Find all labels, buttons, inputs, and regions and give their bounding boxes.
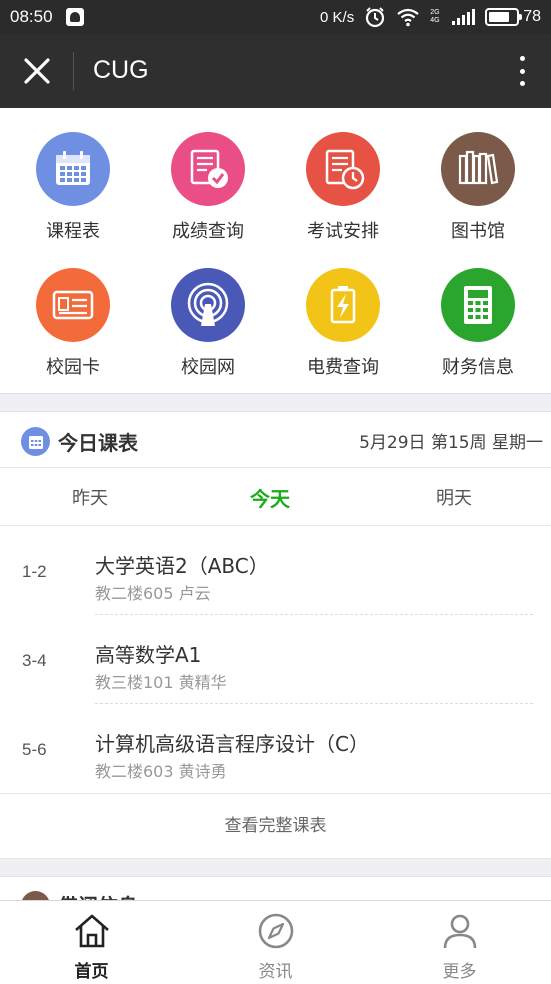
nav-label: 资讯	[258, 962, 293, 982]
course-row[interactable]: 1-2 大学英语2（ABC） 教二楼605 卢云	[0, 526, 551, 615]
grid-item-electricity-query[interactable]: 电费查询	[274, 244, 412, 380]
campus-card-icon	[52, 290, 94, 320]
grid-circle	[306, 268, 380, 342]
compass-icon	[258, 913, 293, 949]
view-full-schedule-link[interactable]: 查看完整课表	[0, 793, 551, 859]
schedule-date: 5月29日 第15周 星期一	[359, 433, 543, 453]
schedule-header: 今日课表 5月29日 第15周 星期一	[0, 412, 551, 468]
grid-label: 校园网	[181, 357, 235, 378]
course-period: 1-2	[22, 562, 47, 581]
battery-level: 78	[523, 8, 541, 25]
tab-today[interactable]: 今天	[250, 483, 290, 512]
calculator-icon	[464, 286, 492, 324]
signal-icon	[452, 9, 476, 25]
course-row[interactable]: 3-4 高等数学A1 教三楼101 黄精华	[0, 615, 551, 704]
nav-label: 更多	[442, 962, 477, 982]
grid-circle	[36, 132, 110, 206]
course-period: 5-6	[22, 740, 47, 759]
grid-item-course-schedule[interactable]: 课程表	[4, 108, 142, 244]
network-speed: 0 K/s	[320, 8, 355, 26]
person-icon	[443, 914, 476, 949]
grid-circle	[36, 268, 110, 342]
nav-news[interactable]: 资讯	[184, 901, 367, 984]
course-row[interactable]: 5-6 计算机高级语言程序设计（C） 教二楼603 黄诗勇	[0, 704, 551, 793]
course-location-teacher: 教三楼101 黄精华	[95, 673, 227, 692]
alarm-icon	[366, 7, 385, 28]
grade-checklist-icon	[190, 149, 228, 188]
grid-item-exam-schedule[interactable]: 考试安排	[274, 108, 412, 244]
course-name: 高等数学A1	[95, 643, 202, 667]
more-dot	[519, 68, 525, 74]
day-tabs: 昨天 今天 明天	[0, 468, 551, 526]
course-period: 3-4	[22, 651, 47, 670]
grid-item-finance-info[interactable]: 财务信息	[409, 244, 547, 380]
close-icon	[24, 58, 50, 84]
grid-circle	[171, 268, 245, 342]
today-schedule-card: 今日课表 5月29日 第15周 星期一 昨天 今天 明天 1-2 大学英语2（A…	[0, 411, 551, 859]
course-location-teacher: 教二楼605 卢云	[95, 584, 211, 603]
grid-item-grade-query[interactable]: 成绩查询	[139, 108, 277, 244]
grid-item-campus-network[interactable]: 校园网	[139, 244, 277, 380]
tab-tomorrow[interactable]: 明天	[436, 484, 472, 510]
books-icon	[458, 150, 499, 185]
grid-label: 图书馆	[451, 221, 505, 242]
page-title: CUG	[93, 56, 149, 84]
nav-more[interactable]: 更多	[368, 901, 551, 984]
grid-label: 成绩查询	[172, 221, 244, 242]
status-time: 08:50	[10, 7, 53, 26]
close-button[interactable]	[18, 52, 56, 90]
battery-indicator: 78	[485, 8, 541, 26]
battery-icon	[485, 8, 523, 26]
grid-label: 校园卡	[46, 357, 100, 378]
grid-circle	[441, 268, 515, 342]
exam-clock-icon	[325, 149, 365, 190]
calendar-icon	[56, 151, 90, 185]
course-location-teacher: 教二楼603 黄诗勇	[95, 762, 227, 781]
more-dot	[519, 81, 525, 86]
grid-label: 财务信息	[442, 357, 514, 378]
course-name: 大学英语2（ABC）	[95, 554, 269, 578]
feature-grid: 课程表 成绩查询 考试安排 图书馆 校园卡 校园网 电费查询 财务信息	[0, 108, 551, 394]
grid-item-library[interactable]: 图书馆	[409, 108, 547, 244]
tab-yesterday[interactable]: 昨天	[72, 484, 108, 510]
more-menu-button[interactable]	[515, 52, 529, 90]
grid-circle	[306, 132, 380, 206]
title-divider	[73, 52, 74, 90]
bottom-navigation: 首页 资讯 更多	[0, 900, 551, 984]
course-name: 计算机高级语言程序设计（C）	[95, 732, 369, 756]
nav-label: 首页	[74, 962, 109, 982]
grid-label: 电费查询	[307, 357, 379, 378]
notification-icon	[66, 8, 84, 26]
title-bar: CUG	[0, 34, 551, 108]
wifi-icon	[397, 8, 419, 27]
grid-circle	[171, 132, 245, 206]
grid-label: 课程表	[46, 221, 100, 242]
grid-label: 考试安排	[307, 221, 379, 242]
wireless-icon	[187, 282, 229, 326]
battery-bolt-icon	[330, 286, 356, 324]
more-dot	[519, 56, 525, 61]
grid-item-campus-card[interactable]: 校园卡	[4, 244, 142, 380]
grid-circle	[441, 132, 515, 206]
schedule-title: 今日课表	[58, 431, 138, 455]
calendar-icon	[21, 427, 50, 456]
nav-home[interactable]: 首页	[0, 901, 183, 984]
network-type: 2G 4G	[430, 9, 440, 24]
home-icon	[74, 914, 109, 948]
status-bar: 08:50 0 K/s 2G 4G 78	[0, 0, 551, 34]
